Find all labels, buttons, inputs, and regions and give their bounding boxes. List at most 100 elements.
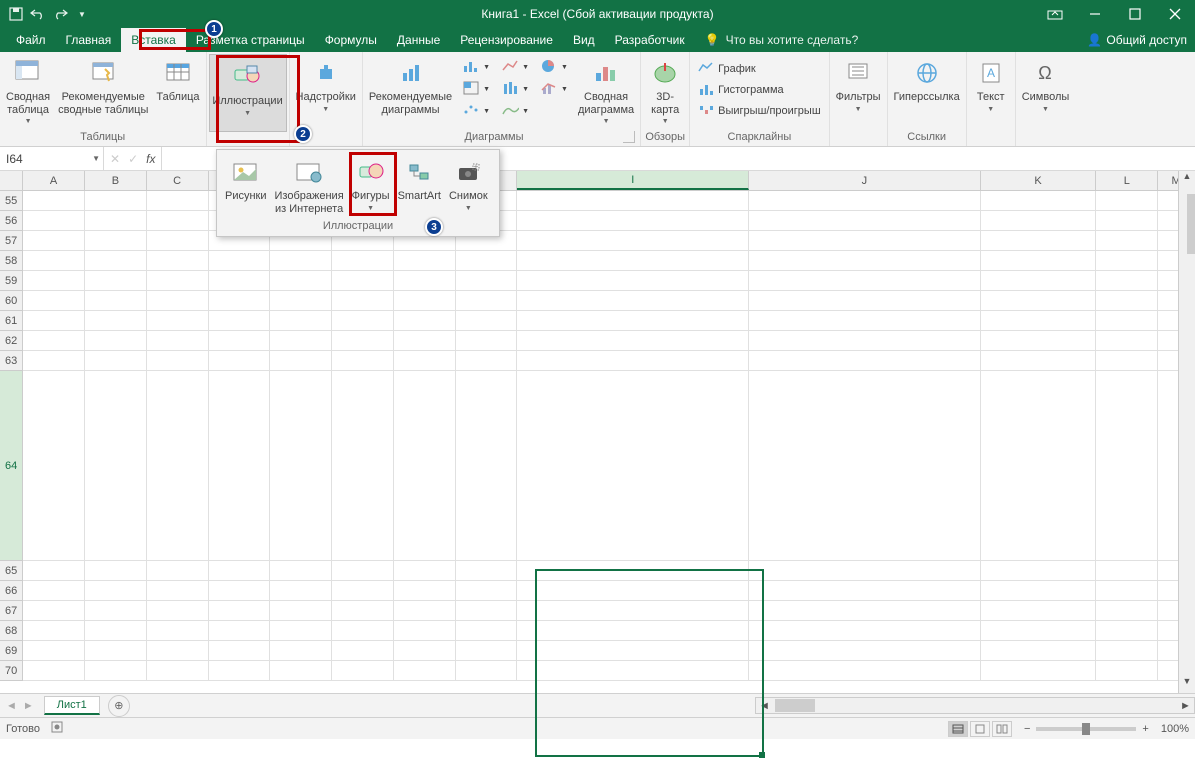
hscroll-thumb[interactable]: [775, 699, 815, 712]
cell[interactable]: [23, 191, 85, 211]
cell[interactable]: [456, 621, 518, 641]
cell[interactable]: [1096, 251, 1158, 271]
cell[interactable]: [517, 211, 749, 231]
cell[interactable]: [147, 641, 209, 661]
cell[interactable]: [209, 371, 271, 561]
cell[interactable]: [332, 351, 394, 371]
cell[interactable]: [517, 271, 749, 291]
sparkline-column-button[interactable]: Гистограмма: [696, 79, 823, 100]
cell[interactable]: [749, 211, 981, 231]
row-header[interactable]: 56: [0, 211, 23, 231]
row-header[interactable]: 67: [0, 601, 23, 621]
cell[interactable]: [517, 251, 749, 271]
cell[interactable]: [517, 371, 749, 561]
hyperlink-button[interactable]: Гиперссылка: [890, 54, 964, 106]
cell[interactable]: [456, 311, 518, 331]
smartart-button[interactable]: SmartArt: [394, 153, 445, 217]
cell[interactable]: [981, 641, 1097, 661]
cell[interactable]: [981, 621, 1097, 641]
cell[interactable]: [981, 231, 1097, 251]
line-chart-icon[interactable]: [501, 58, 519, 76]
cell[interactable]: [981, 581, 1097, 601]
cell[interactable]: [23, 601, 85, 621]
cell[interactable]: [332, 601, 394, 621]
cell[interactable]: [1096, 331, 1158, 351]
cell[interactable]: [209, 271, 271, 291]
cell[interactable]: [270, 311, 332, 331]
tab-developer[interactable]: Разработчик: [605, 28, 695, 52]
share-button[interactable]: 👤 Общий доступ: [1087, 28, 1187, 52]
recommended-pivot-button[interactable]: Рекомендуемые сводные таблицы: [54, 54, 152, 118]
sheet-nav-prev-icon[interactable]: ◄: [0, 700, 23, 712]
tab-view[interactable]: Вид: [563, 28, 605, 52]
cell[interactable]: [1096, 561, 1158, 581]
cell[interactable]: [85, 211, 147, 231]
cell[interactable]: [85, 581, 147, 601]
cell[interactable]: [23, 641, 85, 661]
cell[interactable]: [270, 351, 332, 371]
shapes-button[interactable]: Фигуры ▼: [348, 153, 394, 217]
cell[interactable]: [749, 291, 981, 311]
cell[interactable]: [394, 601, 456, 621]
cell[interactable]: [147, 661, 209, 681]
addins-button[interactable]: Надстройки ▼: [292, 54, 360, 116]
qat-customize-icon[interactable]: ▼: [74, 6, 90, 22]
sparkline-winloss-button[interactable]: Выигрыш/проигрыш: [696, 100, 823, 121]
vertical-scrollbar[interactable]: ▲ ▼: [1178, 171, 1195, 693]
pictures-button[interactable]: Рисунки: [221, 153, 271, 217]
cell[interactable]: [394, 271, 456, 291]
row-header[interactable]: 66: [0, 581, 23, 601]
tab-data[interactable]: Данные: [387, 28, 450, 52]
screenshot-button[interactable]: + Снимок ▼: [445, 153, 492, 217]
cell[interactable]: [147, 251, 209, 271]
cell[interactable]: [517, 291, 749, 311]
tab-formulas[interactable]: Формулы: [315, 28, 387, 52]
cell[interactable]: [394, 561, 456, 581]
cell[interactable]: [85, 311, 147, 331]
bar-chart-icon[interactable]: [462, 58, 480, 76]
cell[interactable]: [23, 621, 85, 641]
cell[interactable]: [147, 211, 209, 231]
row-header[interactable]: 68: [0, 621, 23, 641]
cell[interactable]: [981, 661, 1097, 681]
cell[interactable]: [23, 661, 85, 681]
cell[interactable]: [147, 311, 209, 331]
cancel-icon[interactable]: ✕: [110, 152, 120, 166]
cell[interactable]: [270, 641, 332, 661]
cell[interactable]: [749, 251, 981, 271]
vscroll-thumb[interactable]: [1187, 194, 1195, 254]
cell[interactable]: [332, 371, 394, 561]
row-header[interactable]: 64: [0, 371, 23, 561]
cell[interactable]: [456, 641, 518, 661]
3d-map-button[interactable]: 3D- карта ▼: [643, 54, 687, 128]
cell[interactable]: [85, 621, 147, 641]
cell[interactable]: [23, 331, 85, 351]
symbols-button[interactable]: Ω Символы ▼: [1018, 54, 1074, 116]
cell[interactable]: [749, 621, 981, 641]
page-break-view-button[interactable]: [992, 721, 1012, 737]
cell[interactable]: [394, 251, 456, 271]
filters-button[interactable]: Фильтры ▼: [832, 54, 885, 116]
new-sheet-button[interactable]: ⊕: [108, 695, 130, 717]
cell[interactable]: [749, 371, 981, 561]
tab-insert[interactable]: Вставка: [121, 28, 186, 52]
cell[interactable]: [456, 561, 518, 581]
cell[interactable]: [394, 311, 456, 331]
row-header[interactable]: 59: [0, 271, 23, 291]
cell[interactable]: [981, 311, 1097, 331]
illustrations-button[interactable]: Иллюстрации ▼: [209, 54, 287, 132]
cell[interactable]: [23, 291, 85, 311]
cell[interactable]: [332, 291, 394, 311]
cell[interactable]: [749, 561, 981, 581]
undo-icon[interactable]: [30, 6, 46, 22]
cell[interactable]: [270, 291, 332, 311]
cell[interactable]: [394, 331, 456, 351]
horizontal-scrollbar[interactable]: ◄ ►: [755, 697, 1195, 714]
column-header[interactable]: I: [517, 171, 749, 190]
cell[interactable]: [749, 601, 981, 621]
cell[interactable]: [270, 601, 332, 621]
cell[interactable]: [85, 661, 147, 681]
cell[interactable]: [749, 581, 981, 601]
cell[interactable]: [1096, 661, 1158, 681]
cell[interactable]: [749, 351, 981, 371]
